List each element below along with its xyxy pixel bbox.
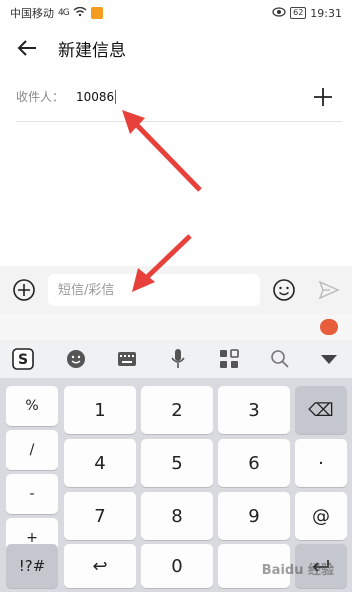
- key-3[interactable]: 3: [218, 386, 290, 434]
- key-minus[interactable]: -: [6, 474, 58, 514]
- keyboard-suggestion-strip: [0, 314, 352, 340]
- signal-icon: 4G: [58, 8, 70, 18]
- send-icon[interactable]: [318, 280, 340, 300]
- key-percent[interactable]: %: [6, 386, 58, 426]
- battery-icon: 62: [290, 7, 307, 19]
- app-header: 新建信息: [0, 26, 352, 70]
- key-dot[interactable]: ·: [295, 439, 347, 487]
- eye-icon: [272, 6, 286, 20]
- emoji-icon[interactable]: [65, 348, 87, 370]
- key-8[interactable]: 8: [141, 492, 213, 540]
- key-1[interactable]: 1: [64, 386, 136, 434]
- key-9[interactable]: 9: [218, 492, 290, 540]
- keyboard-toolbar: S: [0, 340, 352, 378]
- microphone-icon[interactable]: [167, 348, 189, 370]
- carrier-label: 中国移动: [10, 7, 54, 20]
- compose-bar: [0, 266, 352, 314]
- key-at[interactable]: @: [295, 492, 347, 540]
- key-5[interactable]: 5: [141, 439, 213, 487]
- text-caret: [115, 89, 117, 104]
- grid-icon[interactable]: [218, 348, 240, 370]
- sogou-logo-icon[interactable]: S: [12, 348, 34, 370]
- key-7[interactable]: 7: [64, 492, 136, 540]
- baidu-watermark: Baidu 经验: [261, 563, 334, 578]
- mascot-icon[interactable]: [320, 319, 338, 335]
- key-2[interactable]: 2: [141, 386, 213, 434]
- notification-app-icon: [90, 7, 103, 19]
- arrow-left-icon[interactable]: [16, 37, 38, 59]
- svg-text:S: S: [18, 352, 28, 368]
- arrow-to-recipient: [122, 110, 202, 192]
- status-right: 62 19:31: [272, 7, 342, 20]
- wifi-icon: [73, 6, 87, 20]
- symbols-key[interactable]: !?#: [6, 544, 58, 588]
- key-4[interactable]: 4: [64, 439, 136, 487]
- page-title: 新建信息: [58, 40, 126, 61]
- return-to-letters-key[interactable]: ↩: [64, 544, 136, 588]
- status-bar: 中国移动 4G 62 19:31: [0, 0, 352, 26]
- keyboard-icon[interactable]: [116, 348, 138, 370]
- recipient-input[interactable]: 10086: [76, 90, 114, 104]
- recipient-label: 收件人：: [16, 90, 65, 104]
- backspace-key[interactable]: ⌫: [295, 386, 347, 434]
- recipient-field[interactable]: 收件人： 10086: [16, 72, 342, 122]
- search-icon[interactable]: [269, 348, 291, 370]
- status-left: 中国移动 4G: [10, 5, 103, 21]
- key-6[interactable]: 6: [218, 439, 290, 487]
- key-slash[interactable]: /: [6, 430, 58, 470]
- status-time: 19:31: [310, 6, 342, 20]
- key-0[interactable]: 0: [141, 544, 213, 588]
- add-attachment-icon[interactable]: [12, 278, 36, 302]
- numeric-keyboard: % / - + 1 2 3 ⌫ 4 5 6 · 7 8 9 @ !?# ↩ 0 …: [0, 378, 352, 592]
- plus-icon[interactable]: [312, 86, 334, 108]
- collapse-icon[interactable]: [318, 348, 340, 370]
- smiley-icon[interactable]: [272, 278, 296, 302]
- message-input[interactable]: [48, 274, 260, 306]
